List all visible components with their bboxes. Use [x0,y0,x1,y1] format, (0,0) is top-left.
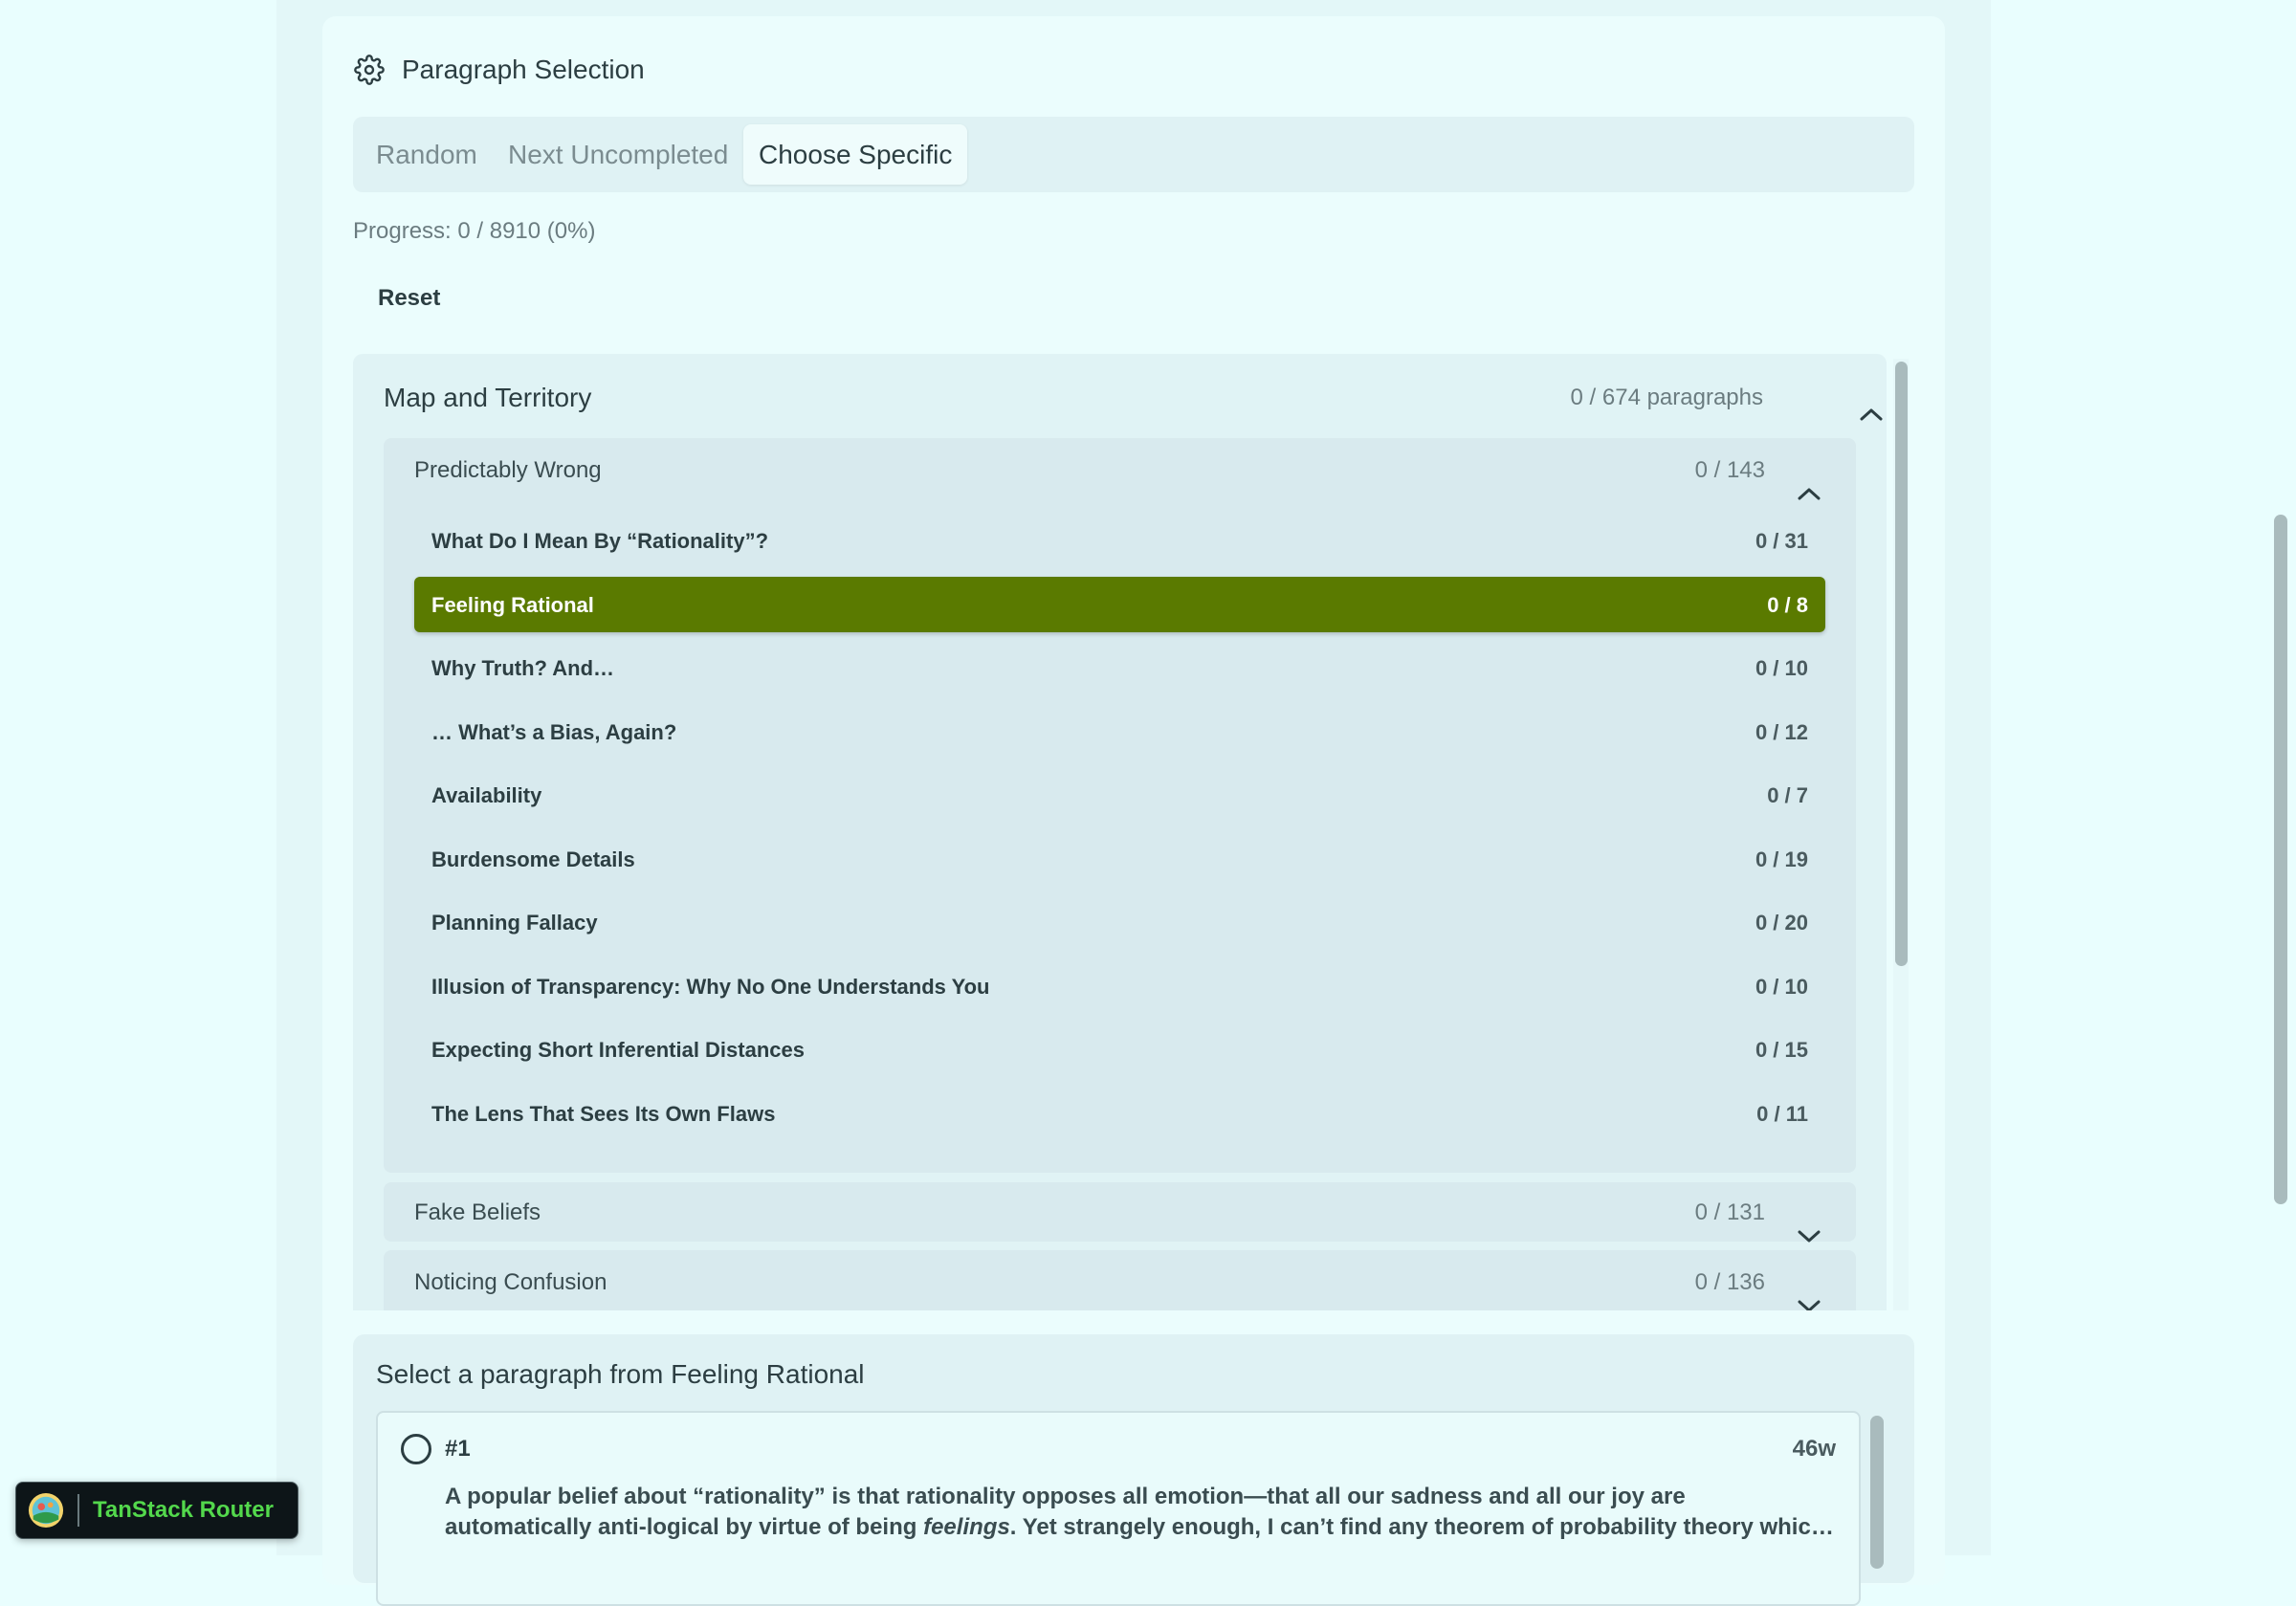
post-title: Why Truth? And… [431,656,615,680]
post-count: 0 / 8 [1767,593,1808,617]
post-item-feeling-rational[interactable]: Feeling Rational 0 / 8 [414,577,1825,632]
post-count: 0 / 7 [1767,783,1808,807]
paragraph-text: A popular belief about “rationality” is … [445,1482,1842,1543]
post-count: 0 / 10 [1755,975,1808,999]
sequence-title: Noticing Confusion [414,1269,607,1295]
devtools-label: TanStack Router [93,1497,274,1523]
post-title: Burdensome Details [431,847,635,871]
post-title: … What’s a Bias, Again? [431,720,677,744]
book-count: 0 / 674 paragraphs [1570,385,1763,410]
post-title: What Do I Mean By “Rationality”? [431,529,769,553]
paragraph-text-line: A popular belief about “rationality” is … [445,1484,1686,1509]
sequence-count: 0 / 136 [1694,1269,1765,1295]
paragraph-number: #1 [445,1436,471,1462]
tanstack-logo-icon [28,1492,64,1529]
tab-choose-specific[interactable]: Choose Specific [743,124,968,185]
sequence-count: 0 / 143 [1694,457,1765,483]
sequence-title: Predictably Wrong [414,457,602,483]
sequence-fake-beliefs[interactable]: Fake Beliefs 0 / 131 [384,1182,1856,1243]
post-title: Feeling Rational [431,593,594,617]
post-count: 0 / 19 [1755,847,1808,871]
chevron-up-icon[interactable] [1798,487,1821,500]
post-title: Expecting Short Inferential Distances [431,1038,805,1062]
post-count: 0 / 20 [1755,911,1808,935]
tanstack-router-devtools-button[interactable]: TanStack Router [15,1482,298,1539]
sequence-count: 0 / 131 [1694,1199,1765,1225]
paragraph-list-scrollbar-thumb[interactable] [1870,1416,1884,1569]
divider [77,1494,79,1527]
sequence-predictably-wrong: Predictably Wrong 0 / 143 What Do I Mean… [384,438,1856,1173]
post-item-planning-fallacy[interactable]: Planning Fallacy 0 / 20 [414,894,1825,950]
page-title: Paragraph Selection [402,55,645,84]
post-count: 0 / 11 [1756,1102,1808,1126]
gear-icon [354,55,385,85]
section-header: Paragraph Selection [354,55,645,85]
post-title: Illusion of Transparency: Why No One Und… [431,975,990,999]
emphasis: feelings [923,1514,1010,1540]
paragraph-text-line: automatically anti-logical by virtue of … [445,1514,1834,1540]
book-header[interactable]: Map and Territory 0 / 674 paragraphs [384,373,1883,421]
paragraph-select-panel: Select a paragraph from Feeling Rational… [353,1334,1914,1606]
book-tree: Map and Territory 0 / 674 paragraphs Pre… [353,354,1887,1310]
post-title: Availability [431,783,542,807]
post-count: 0 / 10 [1755,656,1808,680]
post-item-why-truth[interactable]: Why Truth? And… 0 / 10 [414,640,1825,695]
post-item-lens-that-sees[interactable]: The Lens That Sees Its Own Flaws 0 / 11 [414,1086,1825,1141]
paragraph-option[interactable]: #1 46w A popular belief about “rationali… [376,1411,1861,1606]
post-item-illusion-of-transparency[interactable]: Illusion of Transparency: Why No One Und… [414,958,1825,1014]
chevron-up-icon[interactable] [1860,407,1883,421]
post-count: 0 / 31 [1755,529,1808,553]
mode-tabs: Random Next Uncompleted Choose Specific [353,117,1914,192]
tab-random[interactable]: Random [376,124,477,185]
page-scrollbar-thumb[interactable] [2274,515,2287,1204]
tab-next-uncompleted[interactable]: Next Uncompleted [508,124,728,185]
reset-button[interactable]: Reset [378,285,440,312]
sequence-title: Fake Beliefs [414,1199,541,1225]
post-item-burdensome-details[interactable]: Burdensome Details 0 / 19 [414,831,1825,887]
tree-scrollbar-thumb[interactable] [1895,362,1908,966]
book-title: Map and Territory [384,383,592,412]
paragraph-radio[interactable] [401,1434,431,1464]
sequence-header[interactable]: Predictably Wrong 0 / 143 [384,438,1856,500]
post-item-what-do-i-mean[interactable]: What Do I Mean By “Rationality”? 0 / 31 [414,513,1825,568]
paragraph-word-count: 46w [1792,1436,1836,1462]
post-count: 0 / 12 [1755,720,1808,744]
chevron-down-icon[interactable] [1798,1300,1821,1310]
post-title: The Lens That Sees Its Own Flaws [431,1102,776,1126]
post-item-whats-a-bias[interactable]: … What’s a Bias, Again? 0 / 12 [414,704,1825,759]
paragraph-select-title: Select a paragraph from Feeling Rational [376,1359,865,1389]
post-count: 0 / 15 [1755,1038,1808,1062]
post-title: Planning Fallacy [431,911,598,935]
progress-text: Progress: 0 / 8910 (0%) [353,218,596,244]
post-item-availability[interactable]: Availability 0 / 7 [414,767,1825,823]
post-item-expecting-short-inferential[interactable]: Expecting Short Inferential Distances 0 … [414,1022,1825,1077]
sequence-noticing-confusion[interactable]: Noticing Confusion 0 / 136 [384,1250,1856,1310]
chevron-down-icon[interactable] [1798,1230,1821,1243]
